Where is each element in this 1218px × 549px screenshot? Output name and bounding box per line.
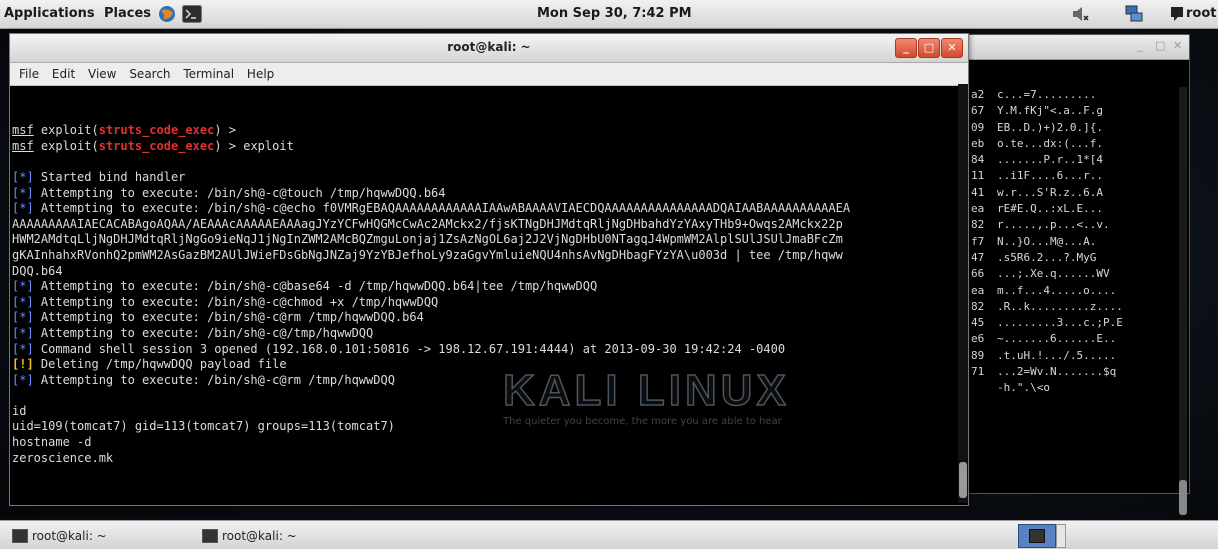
user-icon xyxy=(1170,6,1184,26)
terminal-scrollbar-thumb[interactable] xyxy=(959,462,967,498)
terminal-menubar: File Edit View Search Terminal Help xyxy=(10,63,968,86)
background-window-titlebar[interactable]: _ □ ✕ xyxy=(959,35,1189,60)
terminal-window[interactable]: root@kali: ~ _ □ ✕ File Edit View Search… xyxy=(9,33,969,506)
terminal-text: msf exploit(struts_code_exec) > msf expl… xyxy=(12,123,851,465)
maximize-button[interactable]: □ xyxy=(918,38,940,58)
network-icon[interactable] xyxy=(1124,5,1144,27)
taskbar-item-label: root@kali: ~ xyxy=(32,529,107,543)
workspace-2[interactable] xyxy=(1056,524,1066,548)
clock[interactable]: Mon Sep 30, 7:42 PM xyxy=(537,0,692,28)
taskbar-item-label: root@kali: ~ xyxy=(222,529,297,543)
maximize-icon[interactable]: □ xyxy=(1155,39,1165,52)
minimize-icon[interactable]: _ xyxy=(1137,39,1143,52)
minimize-button[interactable]: _ xyxy=(895,38,917,58)
close-icon[interactable]: ✕ xyxy=(1173,39,1182,52)
iceweasel-icon[interactable] xyxy=(158,5,176,27)
terminal-icon xyxy=(12,529,28,543)
terminal-title: root@kali: ~ xyxy=(447,40,531,54)
ascii-column: c...=7......... Y.M.fKj"<.a..F.g EB..D.)… xyxy=(997,88,1123,395)
applications-menu[interactable]: Applications xyxy=(4,0,95,28)
places-menu[interactable]: Places xyxy=(104,0,151,28)
workspace-1[interactable] xyxy=(1018,524,1056,548)
user-name[interactable]: root xyxy=(1186,0,1217,28)
top-panel: Applications Places Mon Sep 30, 7:42 PM … xyxy=(0,0,1218,29)
taskbar-item-terminal-1[interactable]: root@kali: ~ xyxy=(8,527,107,545)
menu-view[interactable]: View xyxy=(88,63,116,85)
close-button[interactable]: ✕ xyxy=(941,38,963,58)
bottom-panel: root@kali: ~ root@kali: ~ xyxy=(0,520,1218,549)
menu-terminal[interactable]: Terminal xyxy=(183,63,234,85)
terminal-output[interactable]: KALI LINUX The quieter you become, the m… xyxy=(10,86,968,505)
terminal-scrollbar[interactable] xyxy=(958,84,968,503)
background-scrollbar[interactable] xyxy=(1179,87,1187,487)
terminal-icon[interactable] xyxy=(182,5,202,27)
volume-muted-icon[interactable] xyxy=(1072,6,1090,26)
taskbar-item-terminal-2[interactable]: root@kali: ~ xyxy=(198,527,297,545)
terminal-icon xyxy=(202,529,218,543)
menu-help[interactable]: Help xyxy=(247,63,274,85)
background-window[interactable]: _ □ ✕ a2 67 09 eb 84 11 41 ea 82 f7 47 6… xyxy=(958,34,1190,515)
menu-file[interactable]: File xyxy=(19,63,39,85)
menu-edit[interactable]: Edit xyxy=(52,63,75,85)
menu-search[interactable]: Search xyxy=(129,63,170,85)
terminal-titlebar[interactable]: root@kali: ~ _ □ ✕ xyxy=(10,34,968,63)
background-scrollbar-thumb[interactable] xyxy=(1179,480,1187,515)
